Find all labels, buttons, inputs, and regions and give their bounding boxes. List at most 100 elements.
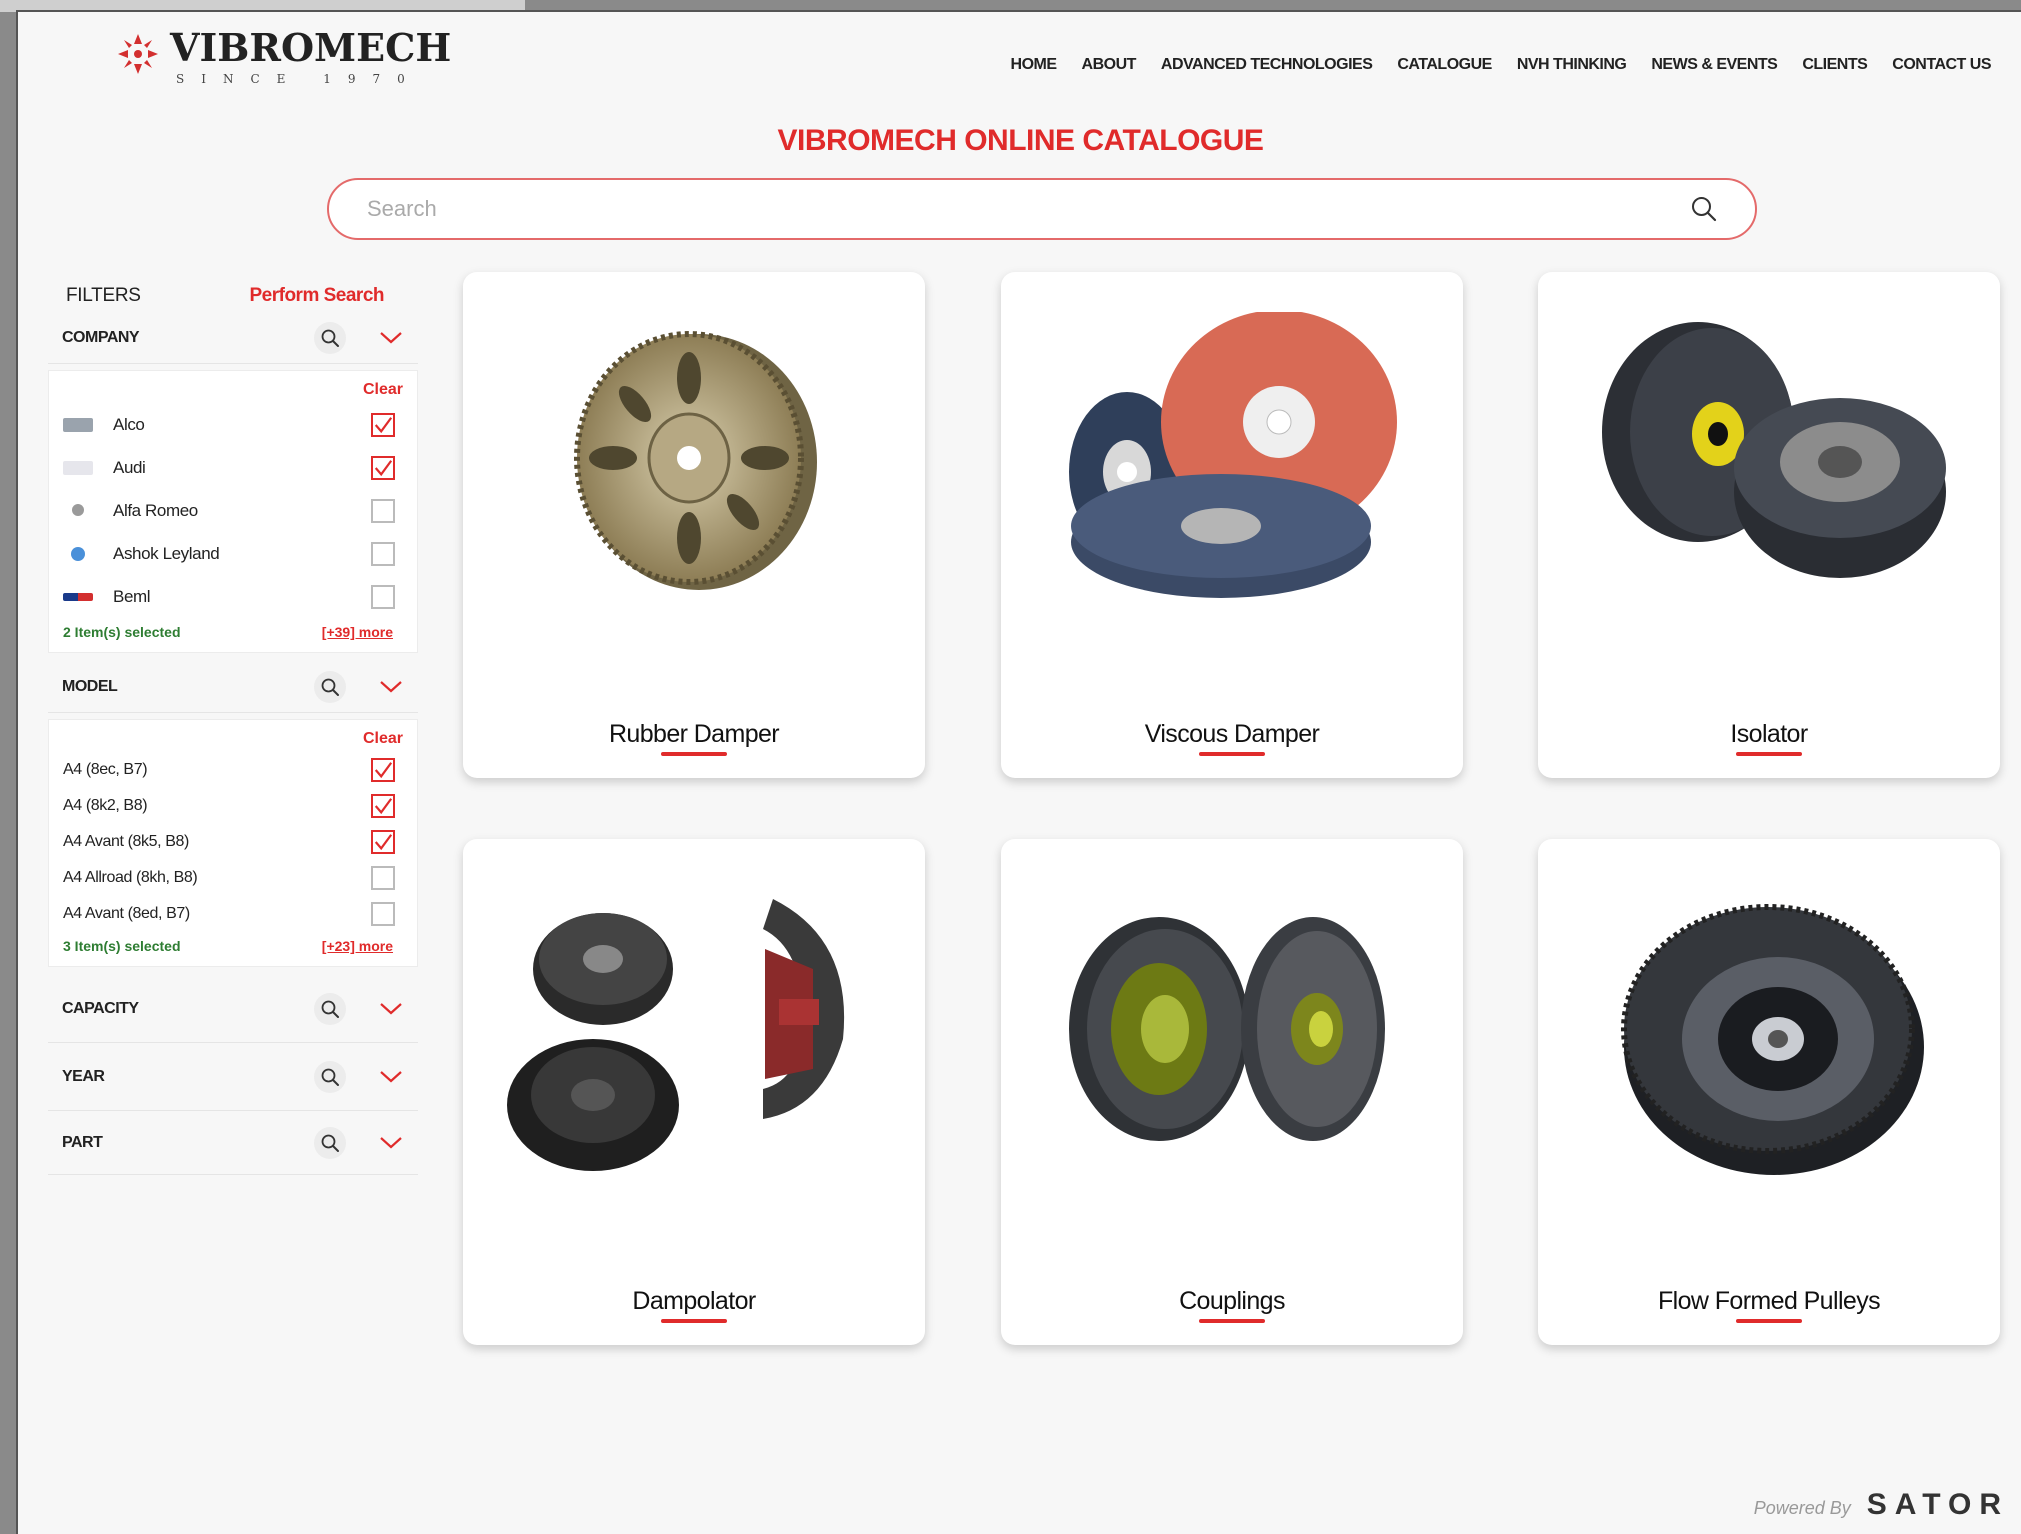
title-underline [1736,1319,1802,1323]
nav-advanced-technologies[interactable]: ADVANCED TECHNOLOGIES [1161,56,1373,74]
model-selected-count: 3 Item(s) selected [63,938,181,954]
checkbox-alco[interactable] [371,412,395,437]
company-more-link[interactable]: [+39] more [322,624,405,640]
model-option[interactable]: A4 (8ec, B7) [63,752,405,788]
nav-home[interactable]: HOME [1011,56,1058,74]
brand-name: VIBROMECH [170,25,452,70]
option-label: Alfa Romeo [113,500,198,520]
ashok-leyland-logo-icon [63,546,93,561]
catalogue-search [327,178,1757,240]
model-checkbox[interactable] [371,794,395,818]
search-input[interactable] [367,196,1689,222]
chevron-down-icon[interactable] [376,672,406,702]
nav-about[interactable]: ABOUT [1082,56,1137,74]
nav-news-events[interactable]: NEWS & EVENTS [1651,56,1777,74]
filters-heading: FILTERS [66,285,141,306]
search-icon[interactable] [314,670,346,703]
checkbox-beml[interactable] [371,584,395,609]
nav-contact-us[interactable]: CONTACT US [1892,56,1991,74]
browser-page: VIBROMECH SINCE 1970 HOME ABOUT ADVANCED… [16,10,2021,1534]
company-clear-link[interactable]: Clear [63,381,405,403]
option-label: A4 Allroad (8kh, B8) [63,869,198,886]
search-icon[interactable] [314,321,346,354]
product-title: Isolator [1730,720,1808,748]
option-label: A4 Avant (8ed, B7) [63,905,190,922]
option-label: A4 Avant (8k5, B8) [63,833,189,850]
nav-clients[interactable]: CLIENTS [1802,56,1867,74]
alco-logo-icon [63,417,93,432]
audi-logo-icon [63,460,93,475]
company-filter-title: COMPANY [62,328,140,346]
viscous-damper-image [1069,312,1397,598]
title-underline [1199,1319,1265,1323]
model-filter-title: MODEL [62,677,118,695]
product-title: Rubber Damper [608,720,780,748]
chevron-down-icon[interactable] [376,1128,406,1158]
product-title: Dampolator [632,1287,756,1315]
year-filter-title: YEAR [62,1067,105,1085]
title-underline [1199,752,1265,756]
rubber-damper-image [574,331,817,590]
nav-nvh-thinking[interactable]: NVH THINKING [1517,56,1627,74]
model-more-link[interactable]: [+23] more [322,938,405,954]
company-option-audi[interactable]: Audi [63,446,405,489]
checkbox-ashok-leyland[interactable] [371,541,395,566]
part-filter-title: PART [62,1133,103,1151]
chevron-down-icon[interactable] [376,323,406,353]
nav-catalogue[interactable]: CATALOGUE [1397,56,1492,74]
model-option[interactable]: A4 Avant (8k5, B8) [63,824,405,860]
vibromech-logo-icon [116,32,160,76]
brand-since: SINCE 1970 [176,72,422,86]
title-underline [661,1319,727,1323]
checkbox-audi[interactable] [371,455,395,480]
company-option-alfa-romeo[interactable]: Alfa Romeo [63,489,405,532]
model-option[interactable]: A4 Allroad (8kh, B8) [63,860,405,896]
perform-search-link[interactable]: Perform Search [249,285,384,307]
product-card-flow-formed-pulleys[interactable]: Flow Formed Pulleys [1538,839,2000,1345]
company-option-alco[interactable]: Alco [63,403,405,446]
year-filter-header[interactable]: YEAR [48,1043,418,1111]
model-checkbox[interactable] [371,758,395,782]
product-card-isolator[interactable]: Isolator [1538,272,2000,778]
title-underline [1736,752,1802,756]
chevron-down-icon[interactable] [376,1062,406,1092]
capacity-filter-title: CAPACITY [62,999,139,1017]
title-underline [661,752,727,756]
option-label: A4 (8ec, B7) [63,761,148,778]
model-checkbox[interactable] [371,866,395,890]
chevron-down-icon[interactable] [376,994,406,1024]
powered-by-label: Powered By [1753,1498,1851,1518]
checkbox-alfa-romeo[interactable] [371,498,395,523]
sator-logo-text: SATOR [1866,1488,2009,1521]
company-option-beml[interactable]: Beml [63,575,405,618]
option-label: Ashok Leyland [113,543,220,563]
brand-logo[interactable]: VIBROMECH SINCE 1970 [116,26,451,86]
flow-formed-pulleys-image [1621,904,1924,1175]
filter-sidebar: FILTERS Perform Search COMPANY Clear Alc… [48,280,418,1175]
company-filter-panel: Clear Alco Audi Alfa Romeo Ashok Leyland [48,370,418,653]
model-option[interactable]: A4 (8k2, B8) [63,788,405,824]
powered-by-badge[interactable]: Powered By SATOR [1754,1488,2009,1522]
model-checkbox[interactable] [371,830,395,854]
company-option-ashok-leyland[interactable]: Ashok Leyland [63,532,405,575]
search-icon[interactable] [314,1126,346,1159]
company-filter-header[interactable]: COMPANY [48,312,418,364]
model-clear-link[interactable]: Clear [63,730,405,752]
product-card-dampolator[interactable]: Dampolator [463,839,925,1345]
company-selected-count: 2 Item(s) selected [63,624,181,640]
product-card-couplings[interactable]: Couplings [1001,839,1463,1345]
beml-logo-icon [63,592,93,601]
product-card-rubber-damper[interactable]: Rubber Damper [463,272,925,778]
model-checkbox[interactable] [371,902,395,926]
model-option[interactable]: A4 Avant (8ed, B7) [63,896,405,932]
product-title: Couplings [1179,1287,1285,1315]
isolator-image [1602,322,1946,578]
part-filter-header[interactable]: PART [48,1111,418,1175]
search-icon[interactable] [314,992,346,1025]
search-icon[interactable] [314,1060,346,1093]
product-card-viscous-damper[interactable]: Viscous Damper [1001,272,1463,778]
capacity-filter-header[interactable]: CAPACITY [48,975,418,1043]
page-title: VIBROMECH ONLINE CATALOGUE [777,124,1264,157]
search-icon[interactable] [1689,194,1719,224]
model-filter-header[interactable]: MODEL [48,661,418,713]
